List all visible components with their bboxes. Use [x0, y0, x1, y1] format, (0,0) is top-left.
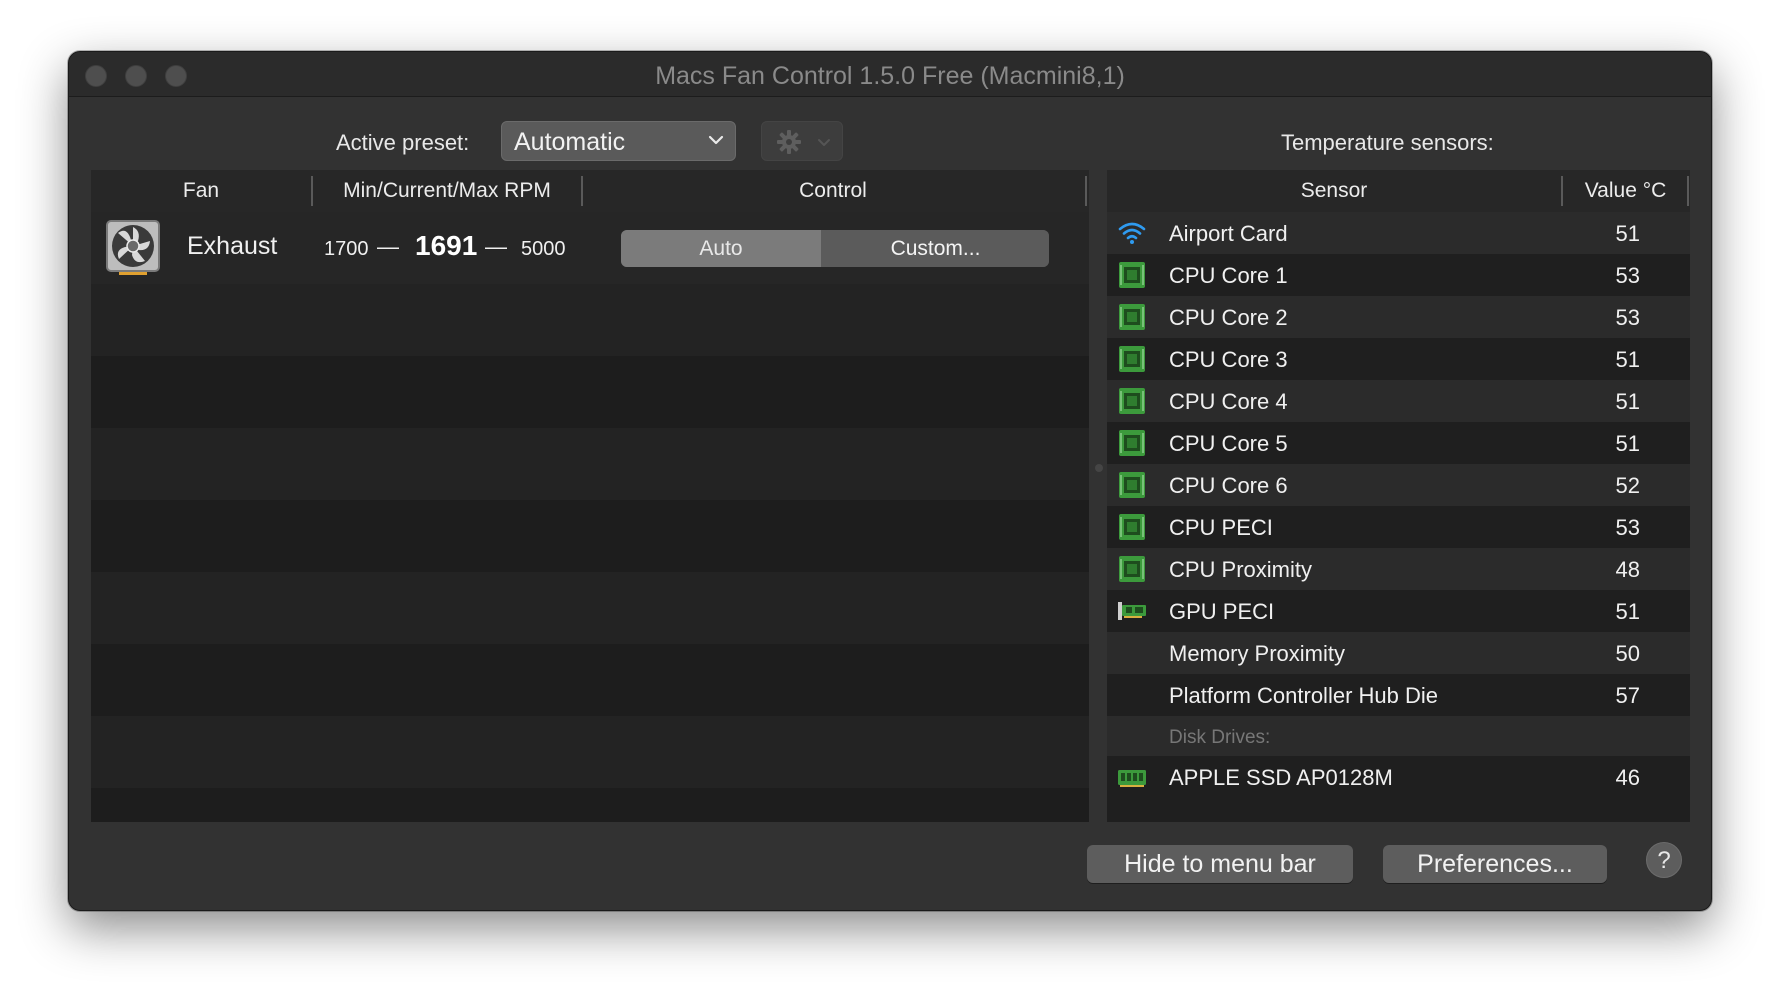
- app-window: Macs Fan Control 1.5.0 Free (Macmini8,1)…: [68, 51, 1712, 911]
- fan-column-header[interactable]: Fan: [91, 179, 311, 203]
- sensor-row[interactable]: CPU Core 5 51: [1107, 422, 1690, 464]
- sensor-value: 48: [1615, 557, 1640, 582]
- sensor-group-header: Disk Drives:: [1107, 716, 1690, 756]
- sensor-row[interactable]: CPU PECI 53: [1107, 506, 1690, 548]
- ssd-icon: [1118, 770, 1146, 787]
- temperature-sensors-title: Temperature sensors:: [1281, 130, 1494, 155]
- cpu-chip-icon: [1119, 556, 1145, 582]
- cpu-chip-icon: [1119, 346, 1145, 372]
- rpm-separator: —: [485, 234, 507, 259]
- sensor-name: CPU PECI: [1169, 515, 1273, 540]
- empty-row: [91, 572, 1089, 644]
- cpu-chip-icon: [1119, 388, 1145, 414]
- sensor-column-header[interactable]: Sensor: [1107, 179, 1561, 203]
- column-separator: [1085, 176, 1087, 206]
- sensor-row[interactable]: Airport Card 51: [1107, 212, 1690, 254]
- custom-button[interactable]: Custom...: [822, 230, 1049, 267]
- sensor-value: 52: [1615, 473, 1640, 498]
- sensor-name: CPU Core 1: [1169, 263, 1288, 288]
- split-view-divider[interactable]: [1095, 464, 1103, 472]
- sensor-row[interactable]: GPU PECI 51: [1107, 590, 1690, 632]
- hide-to-menu-bar-button[interactable]: Hide to menu bar: [1087, 845, 1353, 883]
- gear-icon: [777, 130, 801, 154]
- cpu-chip-icon: [1119, 262, 1145, 288]
- preset-settings-button[interactable]: [761, 121, 843, 161]
- rpm-column-header[interactable]: Min/Current/Max RPM: [313, 179, 581, 203]
- preferences-button[interactable]: Preferences...: [1383, 845, 1607, 883]
- sensor-row[interactable]: CPU Core 1 53: [1107, 254, 1690, 296]
- sensor-row[interactable]: Memory Proximity 50: [1107, 632, 1690, 674]
- fan-control-segmented: Auto Custom...: [621, 230, 1049, 267]
- chevron-down-icon: [708, 135, 724, 145]
- disk-drives-group-label: Disk Drives:: [1169, 727, 1271, 748]
- sensor-name: CPU Proximity: [1169, 557, 1313, 582]
- sensor-table-header: Sensor Value °C: [1107, 170, 1690, 213]
- rpm-min: 1700: [324, 238, 369, 260]
- sensor-row[interactable]: CPU Proximity 48: [1107, 548, 1690, 590]
- value-column-header[interactable]: Value °C: [1563, 179, 1688, 203]
- empty-row: [91, 284, 1089, 356]
- rpm-max: 5000: [521, 238, 566, 260]
- active-preset-value: Automatic: [514, 128, 626, 156]
- sensor-row[interactable]: CPU Core 4 51: [1107, 380, 1690, 422]
- sensor-row[interactable]: CPU Core 2 53: [1107, 296, 1690, 338]
- sensor-value: 53: [1615, 515, 1640, 540]
- sensor-name: GPU PECI: [1169, 599, 1275, 624]
- sensor-value: 46: [1615, 765, 1640, 790]
- help-button[interactable]: ?: [1646, 842, 1682, 878]
- sensor-name: CPU Core 2: [1169, 305, 1288, 330]
- empty-row: [91, 644, 1089, 716]
- cpu-chip-icon: [1119, 304, 1145, 330]
- cpu-chip-icon: [1119, 514, 1145, 540]
- sensor-value: 57: [1615, 683, 1640, 708]
- sensor-row[interactable]: CPU Core 3 51: [1107, 338, 1690, 380]
- rpm-current: 1691: [415, 230, 478, 261]
- column-separator: [1687, 176, 1689, 206]
- control-column-header[interactable]: Control: [583, 179, 1083, 203]
- sensor-value: 51: [1615, 431, 1640, 456]
- sensor-value: 53: [1615, 263, 1640, 288]
- wifi-icon: [1118, 222, 1146, 244]
- active-preset-select[interactable]: Automatic: [501, 121, 736, 161]
- fan-name: Exhaust: [187, 232, 278, 260]
- sensor-name: CPU Core 6: [1169, 473, 1288, 498]
- sensor-value: 51: [1615, 347, 1640, 372]
- sensor-name: CPU Core 5: [1169, 431, 1288, 456]
- sensor-value: 51: [1615, 389, 1640, 414]
- empty-row: [91, 716, 1089, 788]
- sensor-value: 51: [1615, 221, 1640, 246]
- cpu-chip-icon: [1119, 472, 1145, 498]
- auto-button[interactable]: Auto: [621, 230, 821, 267]
- fan-table-header: Fan Min/Current/Max RPM Control: [91, 170, 1089, 213]
- sensor-row[interactable]: CPU Core 6 52: [1107, 464, 1690, 506]
- sensor-value: 53: [1615, 305, 1640, 330]
- cpu-chip-icon: [1119, 430, 1145, 456]
- sensor-name: CPU Core 4: [1169, 389, 1288, 414]
- sensor-value: 51: [1615, 599, 1640, 624]
- active-preset-label: Active preset:: [336, 130, 470, 155]
- fan-table: Fan Min/Current/Max RPM Control Exhaust …: [91, 170, 1089, 822]
- fan-row-exhaust[interactable]: Exhaust 1700 — 1691 — 5000 Auto Custom..…: [91, 212, 1089, 284]
- sensor-name: Airport Card: [1169, 221, 1288, 246]
- title-bar: Macs Fan Control 1.5.0 Free (Macmini8,1): [69, 52, 1711, 97]
- sensor-name: Platform Controller Hub Die: [1169, 683, 1438, 708]
- sensor-row[interactable]: APPLE SSD AP0128M 46: [1107, 756, 1690, 798]
- empty-row: [91, 428, 1089, 500]
- empty-row: [91, 500, 1089, 572]
- sensor-name: APPLE SSD AP0128M: [1169, 765, 1393, 790]
- sensor-name: CPU Core 3: [1169, 347, 1288, 372]
- empty-row: [91, 788, 1089, 822]
- gpu-card-icon: [1118, 602, 1146, 620]
- sensor-table: Sensor Value °C Airport Card 51 CPU Core…: [1107, 170, 1690, 822]
- empty-row: [91, 356, 1089, 428]
- rpm-separator: —: [377, 234, 399, 259]
- sensor-row[interactable]: Platform Controller Hub Die 57: [1107, 674, 1690, 716]
- fan-icon: [106, 220, 160, 275]
- window-title: Macs Fan Control 1.5.0 Free (Macmini8,1): [655, 62, 1125, 90]
- chevron-down-icon: [818, 139, 830, 146]
- sensor-name: Memory Proximity: [1169, 641, 1346, 666]
- sensor-value: 50: [1615, 641, 1640, 666]
